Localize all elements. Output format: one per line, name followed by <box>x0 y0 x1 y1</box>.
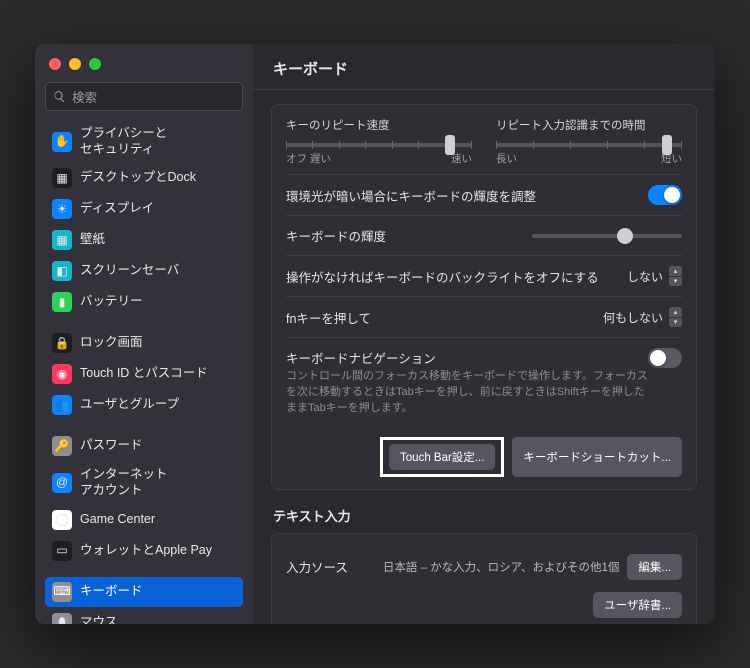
nav-toggle[interactable] <box>648 348 682 368</box>
sidebar-item-label: 壁紙 <box>80 232 105 248</box>
touchbar-settings-button[interactable]: Touch Bar設定... <box>389 444 495 470</box>
sidebar-item-label: ウォレットとApple Pay <box>80 543 212 559</box>
delay-thumb[interactable] <box>662 135 672 155</box>
backlight-off-value: しない <box>627 268 663 285</box>
input-source-edit-button[interactable]: 編集... <box>627 554 682 580</box>
sidebar-item-label: ユーザとグループ <box>80 397 179 413</box>
sidebar-item-icon: ✋ <box>52 132 72 152</box>
repeat-speed-thumb[interactable] <box>445 135 455 155</box>
zoom-icon[interactable] <box>89 58 101 70</box>
sidebar-item[interactable]: 🔑 パスワード <box>45 431 243 461</box>
text-input-group: 入力ソース 日本語 – かな入力、ロシア、およびその他1個 編集... ユーザ辞… <box>271 533 697 624</box>
backlight-off-label: 操作がなければキーボードのバックライトをオフにする <box>286 267 599 286</box>
touchbar-highlight: Touch Bar設定... <box>380 437 504 477</box>
sidebar-item-icon: ▮ <box>52 292 72 312</box>
settings-window: 検索 ✋ プライバシーと セキュリティ ▦ デスクトップとDock ☀ ディスプレイ ▦ 壁紙… <box>35 44 715 624</box>
sidebar-item[interactable]: ▭ ウォレットとApple Pay <box>45 536 243 566</box>
sidebar-item-icon: ⌨ <box>52 582 72 602</box>
sidebar-item[interactable]: ▦ 壁紙 <box>45 225 243 255</box>
sidebar-item-icon: ☀ <box>52 199 72 219</box>
sidebar-item-label: バッテリー <box>80 294 143 310</box>
sidebar-item[interactable]: ▮ バッテリー <box>45 287 243 317</box>
sidebar-item-label: ディスプレイ <box>80 201 154 217</box>
sidebar-item-icon: ▦ <box>52 230 72 250</box>
sidebar-item-icon: ⬮ <box>52 613 72 625</box>
sidebar-item[interactable]: ⌨ キーボード <box>45 577 243 607</box>
sidebar-item-label: マウス <box>80 615 118 624</box>
search-input[interactable]: 検索 <box>45 82 243 111</box>
sidebar-item-icon: ◧ <box>52 261 72 281</box>
sidebar-item-label: Game Center <box>80 512 155 528</box>
sidebar-item-label: スクリーンセーバ <box>80 263 179 279</box>
sidebar-item[interactable]: 👥 ユーザとグループ <box>45 390 243 420</box>
nav-label: キーボードナビゲーション <box>286 352 436 366</box>
search-icon <box>53 90 66 103</box>
sidebar-item[interactable]: @ インターネット アカウント <box>45 462 243 503</box>
sidebar-item-icon: ◉ <box>52 364 72 384</box>
window-controls <box>45 54 243 82</box>
sidebar-item-label: Touch ID とパスコード <box>80 366 208 382</box>
brightness-thumb[interactable] <box>617 228 633 244</box>
search-placeholder: 検索 <box>72 87 97 106</box>
fn-label: fnキーを押して <box>286 308 371 327</box>
sidebar-item[interactable]: ⬮ マウス <box>45 608 243 625</box>
sidebar-item[interactable]: ◉ Touch ID とパスコード <box>45 359 243 389</box>
sidebar-item-icon: 🔑 <box>52 436 72 456</box>
sidebar-item-label: ロック画面 <box>80 335 143 351</box>
lowlight-toggle[interactable] <box>648 185 682 205</box>
sidebar-item[interactable]: ✋ プライバシーと セキュリティ <box>45 121 243 162</box>
brightness-label: キーボードの輝度 <box>286 226 386 245</box>
text-input-section-title: テキスト入力 <box>273 506 695 525</box>
sidebar-item[interactable]: ◯ Game Center <box>45 505 243 535</box>
nav-desc: コントロール間のフォーカス移動をキーボードで操作します。フォーカスを次に移動する… <box>286 369 648 417</box>
minimize-icon[interactable] <box>69 58 81 70</box>
fn-stepper[interactable]: ▴▾ <box>669 307 682 327</box>
sidebar: 検索 ✋ プライバシーと セキュリティ ▦ デスクトップとDock ☀ ディスプレイ ▦ 壁紙… <box>35 44 253 624</box>
fn-value: 何もしない <box>603 309 663 326</box>
brightness-slider[interactable] <box>532 234 682 238</box>
delay-slider[interactable] <box>496 143 682 147</box>
sidebar-item-icon: 👥 <box>52 395 72 415</box>
sidebar-item-label: インターネット アカウント <box>80 467 168 498</box>
repeat-speed-slider[interactable] <box>286 143 472 147</box>
close-icon[interactable] <box>49 58 61 70</box>
sidebar-item[interactable]: 🔒 ロック画面 <box>45 328 243 358</box>
sidebar-item-label: デスクトップとDock <box>80 170 196 186</box>
sidebar-item[interactable]: ▦ デスクトップとDock <box>45 163 243 193</box>
keyboard-shortcuts-button[interactable]: キーボードショートカット... <box>512 437 682 477</box>
sidebar-item[interactable]: ☀ ディスプレイ <box>45 194 243 224</box>
lowlight-label: 環境光が暗い場合にキーボードの輝度を調整 <box>286 186 536 205</box>
delay-min-label: 長い <box>496 151 517 166</box>
sidebar-item-icon: ◯ <box>52 510 72 530</box>
input-source-label: 入力ソース <box>286 557 348 576</box>
page-title: キーボード <box>253 44 715 90</box>
sidebar-item[interactable]: ◧ スクリーンセーバ <box>45 256 243 286</box>
repeat-speed-label: キーのリピート速度 <box>286 117 472 133</box>
repeat-min-label: オフ 遅い <box>286 151 331 166</box>
sidebar-item-icon: @ <box>52 473 72 493</box>
keyboard-group: キーのリピート速度 オフ 遅い 速い リピート入力認識までの時間 <box>271 104 697 490</box>
main-pane: キーボード キーのリピート速度 オフ 遅い 速い <box>253 44 715 624</box>
sidebar-item-icon: ▭ <box>52 541 72 561</box>
sidebar-item-label: パスワード <box>80 438 143 454</box>
sidebar-item-icon: 🔒 <box>52 333 72 353</box>
sidebar-item-label: キーボード <box>80 584 143 600</box>
backlight-off-stepper[interactable]: ▴▾ <box>669 266 682 286</box>
input-source-value: 日本語 – かな入力、ロシア、およびその他1個 <box>383 559 628 575</box>
user-dictionary-button[interactable]: ユーザ辞書... <box>593 592 682 618</box>
sidebar-item-label: プライバシーと セキュリティ <box>80 126 167 157</box>
delay-label: リピート入力認識までの時間 <box>496 117 682 133</box>
sidebar-item-icon: ▦ <box>52 168 72 188</box>
